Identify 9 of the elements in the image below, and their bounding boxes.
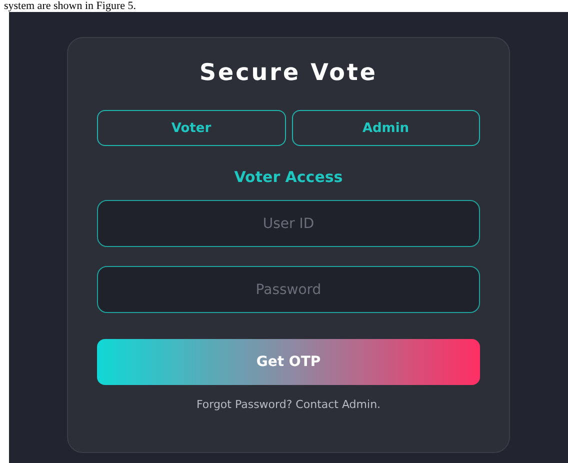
- role-tab[interactable]: Voter: [97, 110, 286, 146]
- role-tab[interactable]: Admin: [292, 110, 480, 146]
- caption-text: system are shown in Figure 5.: [3, 0, 137, 12]
- help-text: Forgot Password? Contact Admin.: [195, 398, 382, 411]
- input-field[interactable]: User ID: [97, 200, 480, 247]
- section-heading: Voter Access: [233, 167, 344, 187]
- input-field[interactable]: Password: [97, 266, 480, 313]
- get-otp-button[interactable]: Get OTP: [97, 339, 480, 385]
- app-title: Secure Vote: [198, 59, 379, 88]
